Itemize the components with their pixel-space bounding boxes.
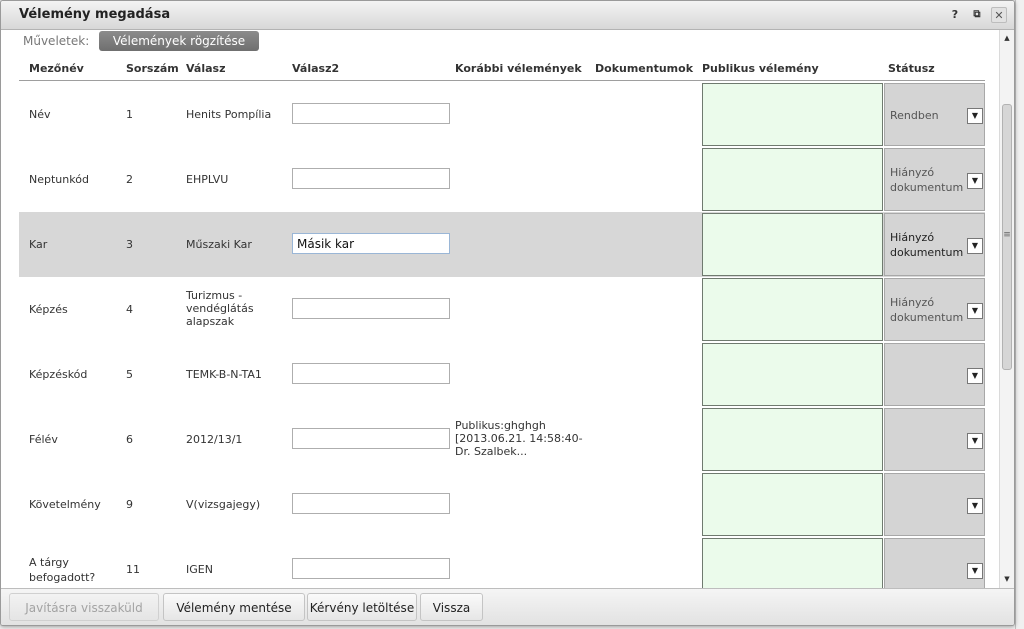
scroll-down-icon[interactable]: ▼ (1000, 573, 1014, 585)
public-opinion-input[interactable] (702, 83, 883, 146)
status-value: Rendben (890, 109, 939, 122)
public-opinion-input[interactable] (702, 408, 883, 471)
field-name: Név (29, 108, 51, 121)
return-for-correction-button[interactable]: Javításra visszaküld (9, 593, 159, 621)
serial-number: 5 (126, 368, 133, 381)
header-serial[interactable]: Sorszám (126, 62, 179, 75)
public-opinion-input[interactable] (702, 343, 883, 406)
status-value: Hiányzó dokumentum (890, 231, 964, 259)
answer2-input[interactable] (292, 233, 450, 254)
answer-value: 2012/13/1 (186, 433, 243, 446)
table-row[interactable]: Név 1 Henits Pompília Rendben ▼ (19, 82, 985, 147)
answer2-input[interactable] (292, 558, 450, 579)
header-previous-opinions[interactable]: Korábbi vélemények (455, 62, 582, 75)
header-field-name[interactable]: Mezőnév (29, 62, 84, 75)
dropdown-arrow-icon[interactable]: ▼ (967, 303, 983, 319)
field-name: Képzés (29, 303, 68, 316)
table-row-selected[interactable]: Kar 3 Műszaki Kar Hiányzó dokumentum ▼ (19, 212, 985, 277)
dropdown-arrow-icon[interactable]: ▼ (967, 433, 983, 449)
answer2-input[interactable] (292, 363, 450, 384)
dialog-footer: Javításra visszaküld Vélemény mentése Ké… (1, 588, 1014, 625)
serial-number: 4 (126, 303, 133, 316)
answer2-input[interactable] (292, 298, 450, 319)
save-opinion-button[interactable]: Vélemény mentése (163, 593, 305, 621)
answer-value: EHPLVU (186, 173, 229, 186)
table-row[interactable]: A tárgy befogadott? 11 IGEN ▼ (19, 537, 985, 588)
previous-opinion-text: Publikus:ghghgh [2013.06.21. 14:58:40-Dr… (455, 419, 583, 458)
field-name: Félév (29, 433, 58, 446)
back-button[interactable]: Vissza (420, 593, 483, 621)
public-opinion-input[interactable] (702, 538, 883, 588)
dialog-title: Vélemény megadása (19, 7, 171, 22)
dropdown-arrow-icon[interactable]: ▼ (967, 173, 983, 189)
header-answer2[interactable]: Válasz2 (292, 62, 339, 75)
dialog-content: Műveletek: Vélemények rögzítése Mezőnév … (1, 30, 999, 588)
field-name: Kar (29, 238, 48, 251)
opinion-dialog: Vélemény megadása ? ⧉ ✕ Műveletek: Vélem… (0, 0, 1015, 626)
field-name: Neptunkód (29, 173, 89, 186)
dropdown-arrow-icon[interactable]: ▼ (967, 498, 983, 514)
table-row[interactable]: Képzés 4 Turizmus - vendéglátás alapszak… (19, 277, 985, 342)
scrollbar-thumb[interactable]: ≡ (1002, 104, 1012, 370)
header-documents[interactable]: Dokumentumok (595, 62, 693, 75)
vertical-scrollbar[interactable]: ▲ ≡ ▼ (999, 30, 1014, 588)
answer-value: Turizmus - vendéglátás alapszak (186, 289, 254, 328)
status-select[interactable]: Hiányzó dokumentum ▼ (884, 278, 985, 341)
dropdown-arrow-icon[interactable]: ▼ (967, 238, 983, 254)
scroll-up-icon[interactable]: ▲ (1000, 32, 1014, 44)
table-row[interactable]: Neptunkód 2 EHPLVU Hiányzó dokumentum ▼ (19, 147, 985, 212)
public-opinion-input[interactable] (702, 473, 883, 536)
grip-icon: ≡ (1003, 230, 1011, 240)
status-value: Hiányzó dokumentum (890, 166, 964, 194)
background-right-edge (1015, 0, 1024, 629)
field-name: Követelmény (29, 498, 101, 511)
answer2-input[interactable] (292, 168, 450, 189)
answer2-input[interactable] (292, 428, 450, 449)
status-select[interactable]: ▼ (884, 343, 985, 406)
serial-number: 1 (126, 108, 133, 121)
serial-number: 9 (126, 498, 133, 511)
operations-label: Műveletek: (23, 34, 90, 48)
answer2-input[interactable] (292, 103, 450, 124)
dropdown-arrow-icon[interactable]: ▼ (967, 108, 983, 124)
dropdown-arrow-icon[interactable]: ▼ (967, 563, 983, 579)
help-icon[interactable]: ? (947, 7, 963, 23)
download-request-button[interactable]: Kérvény letöltése (307, 593, 417, 621)
header-answer[interactable]: Válasz (186, 62, 225, 75)
public-opinion-input[interactable] (702, 213, 883, 276)
status-select[interactable]: ▼ (884, 538, 985, 588)
public-opinion-input[interactable] (702, 278, 883, 341)
table-row[interactable]: Képzéskód 5 TEMK-B-N-TA1 ▼ (19, 342, 985, 407)
status-select[interactable]: Rendben ▼ (884, 83, 985, 146)
serial-number: 2 (126, 173, 133, 186)
header-public-opinion[interactable]: Publikus vélemény (702, 62, 819, 75)
status-select[interactable]: Hiányzó dokumentum ▼ (884, 148, 985, 211)
status-select[interactable]: ▼ (884, 408, 985, 471)
answer-value: Műszaki Kar (186, 238, 252, 251)
dialog-titlebar: Vélemény megadása ? ⧉ ✕ (1, 1, 1014, 30)
serial-number: 6 (126, 433, 133, 446)
record-opinions-button[interactable]: Vélemények rögzítése (99, 31, 259, 51)
dropdown-arrow-icon[interactable]: ▼ (967, 368, 983, 384)
serial-number: 3 (126, 238, 133, 251)
table-row[interactable]: Félév 6 2012/13/1 Publikus:ghghgh [2013.… (19, 407, 985, 472)
answer2-input[interactable] (292, 493, 450, 514)
public-opinion-input[interactable] (702, 148, 883, 211)
field-name: Képzéskód (29, 368, 88, 381)
popout-icon[interactable]: ⧉ (969, 7, 985, 23)
status-select[interactable]: Hiányzó dokumentum ▼ (884, 213, 985, 276)
answer-value: IGEN (186, 563, 213, 576)
answer-value: Henits Pompília (186, 108, 272, 121)
field-name: A tárgy befogadott? (29, 556, 96, 584)
status-select[interactable]: ▼ (884, 473, 985, 536)
answer-value: TEMK-B-N-TA1 (186, 368, 262, 381)
serial-number: 11 (126, 563, 140, 576)
answer-value: V(vizsgajegy) (186, 498, 261, 511)
table-row[interactable]: Követelmény 9 V(vizsgajegy) ▼ (19, 472, 985, 537)
table-header: Mezőnév Sorszám Válasz Válasz2 Korábbi v… (19, 59, 985, 81)
status-value: Hiányzó dokumentum (890, 296, 964, 324)
close-icon[interactable]: ✕ (991, 7, 1007, 23)
header-status[interactable]: Státusz (888, 62, 935, 75)
